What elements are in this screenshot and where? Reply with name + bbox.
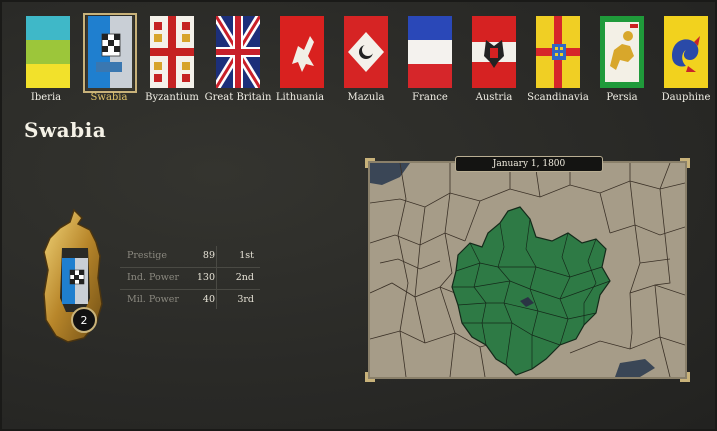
stat-rank: 1st bbox=[239, 250, 254, 261]
france-flag-icon bbox=[408, 16, 452, 88]
map-corner-ornament-icon bbox=[680, 158, 690, 168]
flag-lithuania[interactable] bbox=[278, 16, 326, 90]
map-corner-ornament-icon bbox=[365, 158, 375, 168]
lithuania-flag-icon bbox=[280, 16, 324, 88]
mazula-flag-icon bbox=[344, 16, 388, 88]
flag-byzantium[interactable] bbox=[148, 16, 196, 90]
great-britain-flag-icon bbox=[216, 16, 260, 88]
flag-scandinavia[interactable] bbox=[534, 16, 582, 90]
stat-value: 89 bbox=[202, 250, 215, 261]
flag-austria[interactable] bbox=[470, 16, 518, 90]
stat-row-military-power: Mil. Power 40 3rd bbox=[120, 290, 260, 311]
iberia-flag-icon bbox=[26, 16, 70, 88]
map-corner-ornament-icon bbox=[365, 372, 375, 382]
flag-iberia[interactable] bbox=[24, 16, 72, 90]
stat-row-prestige: Prestige 89 1st bbox=[120, 246, 260, 268]
map-corner-ornament-icon bbox=[680, 372, 690, 382]
stat-value: 130 bbox=[196, 272, 215, 283]
crest-badge-number: 2 bbox=[81, 314, 88, 327]
stat-value: 40 bbox=[202, 294, 215, 305]
map-canvas bbox=[370, 163, 685, 377]
stat-label: Prestige bbox=[127, 250, 167, 261]
flag-dauphine[interactable] bbox=[662, 16, 710, 90]
map-date-label: January 1, 1800 bbox=[455, 156, 603, 172]
dauphine-flag-icon bbox=[664, 16, 708, 88]
flag-label-dauphine: Dauphine bbox=[661, 92, 711, 103]
selected-nation-title: Swabia bbox=[24, 118, 107, 142]
austria-flag-icon bbox=[472, 16, 516, 88]
flag-mazula[interactable] bbox=[342, 16, 390, 90]
crest-frame-icon: 2 bbox=[43, 208, 103, 343]
byzantium-flag-icon bbox=[150, 16, 194, 88]
game-screen: Iberia Swabia Byzantium Great Britain Li… bbox=[0, 0, 717, 431]
stat-rank: 2nd bbox=[235, 272, 254, 283]
stat-row-industrial-power: Ind. Power 130 2nd bbox=[120, 268, 260, 290]
scandinavia-flag-icon bbox=[536, 16, 580, 88]
swabia-flag-icon bbox=[88, 16, 132, 88]
flag-swabia[interactable] bbox=[83, 13, 137, 93]
stat-label: Mil. Power bbox=[127, 294, 179, 305]
flag-france[interactable] bbox=[406, 16, 454, 90]
stat-label: Ind. Power bbox=[127, 272, 180, 283]
stat-rank: 3rd bbox=[237, 294, 254, 305]
flag-persia[interactable] bbox=[598, 16, 646, 90]
nation-crest: 2 bbox=[38, 208, 118, 348]
flag-great-britain[interactable] bbox=[214, 16, 262, 90]
territory-map[interactable] bbox=[368, 161, 687, 379]
nation-stats-table: Prestige 89 1st Ind. Power 130 2nd Mil. … bbox=[120, 246, 260, 311]
persia-flag-icon bbox=[600, 16, 644, 88]
